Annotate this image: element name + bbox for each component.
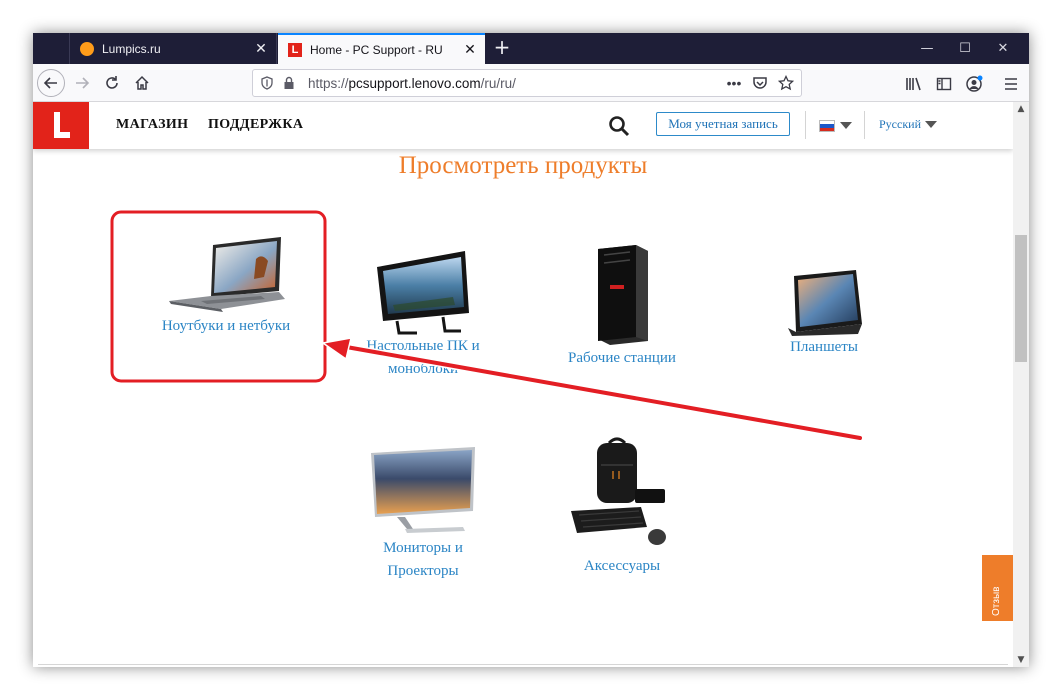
- forward-arrow-icon[interactable]: [68, 69, 96, 97]
- account-button[interactable]: Моя учетная запись: [656, 112, 790, 136]
- orange-circle-icon: [80, 41, 94, 56]
- chevron-down-icon[interactable]: [925, 121, 937, 128]
- product-monitors[interactable]: Мониторы и Проекторы: [333, 447, 513, 583]
- reload-icon[interactable]: [98, 69, 126, 97]
- language-selector[interactable]: Русский: [879, 117, 921, 132]
- tab-strip: Lumpics.ru ✕ L Home - PC Support - RU ✕ …: [33, 33, 1029, 64]
- url-path: /ru/ru/: [480, 75, 516, 91]
- divider: [805, 111, 806, 139]
- close-window-icon[interactable]: ✕: [984, 33, 1022, 64]
- maximize-icon[interactable]: ☐: [946, 33, 984, 64]
- divider: [864, 111, 865, 139]
- tracking-shield-icon[interactable]: [256, 72, 278, 94]
- url-host: pcsupport.lenovo.com: [348, 75, 481, 91]
- feedback-label: Отзыв: [991, 586, 1002, 616]
- minimize-icon[interactable]: —: [908, 33, 946, 64]
- browser-window: Lumpics.ru ✕ L Home - PC Support - RU ✕ …: [33, 33, 1029, 667]
- accessories-icon: [571, 437, 666, 545]
- page-actions-icon[interactable]: •••: [723, 72, 745, 94]
- vertical-scrollbar[interactable]: ▲ ▼: [1013, 102, 1029, 667]
- hamburger-menu-icon[interactable]: [1000, 73, 1022, 95]
- product-laptops[interactable]: Ноутбуки и нетбуки: [130, 235, 322, 338]
- logo-letter-foot: [54, 132, 70, 138]
- site-header: МАГАЗИН ПОДДЕРЖКА Моя учетная запись Рус…: [33, 102, 1013, 149]
- annotation-overlay: [108, 208, 864, 442]
- nav-shop[interactable]: МАГАЗИН: [116, 117, 188, 133]
- product-workstations[interactable]: Рабочие станции: [532, 243, 712, 370]
- all-in-one-desktop-icon: [377, 251, 469, 335]
- product-label[interactable]: Планшеты: [734, 336, 914, 359]
- lock-icon[interactable]: [278, 72, 300, 94]
- product-tablets[interactable]: Планшеты: [734, 268, 914, 359]
- product-desktops[interactable]: Настольные ПК и моноблоки: [333, 247, 513, 381]
- tab-pc-support[interactable]: L Home - PC Support - RU ✕: [278, 33, 485, 64]
- monitor-icon: [371, 447, 475, 533]
- chevron-down-icon[interactable]: [840, 122, 852, 129]
- feedback-tab[interactable]: Отзыв: [982, 555, 1013, 621]
- tab-title: Home - PC Support - RU: [310, 42, 443, 57]
- russia-flag-icon[interactable]: [819, 120, 835, 132]
- product-label[interactable]: Аксессуары: [532, 555, 712, 578]
- scroll-down-arrow-icon[interactable]: ▼: [1013, 653, 1029, 667]
- pocket-icon[interactable]: [749, 72, 771, 94]
- scroll-up-arrow-icon[interactable]: ▲: [1013, 102, 1029, 116]
- workstation-tower-icon: [598, 245, 648, 345]
- navigation-toolbar: https://pcsupport.lenovo.com/ru/ru/ •••: [33, 64, 1029, 102]
- product-label-line2[interactable]: Проекторы: [333, 560, 513, 583]
- section-divider: [38, 664, 1008, 665]
- product-label[interactable]: Ноутбуки и нетбуки: [130, 315, 322, 338]
- tablet-icon: [788, 270, 862, 336]
- home-icon[interactable]: [128, 69, 156, 97]
- products-title: Просмотреть продукты: [398, 152, 648, 179]
- lenovo-l-icon: L: [288, 42, 302, 57]
- tab-title: Lumpics.ru: [102, 41, 161, 56]
- close-tab-icon[interactable]: ✕: [459, 41, 481, 58]
- lenovo-logo[interactable]: [33, 102, 89, 149]
- search-icon[interactable]: [607, 114, 631, 138]
- back-arrow-icon[interactable]: [37, 69, 65, 97]
- address-bar[interactable]: https://pcsupport.lenovo.com/ru/ru/ •••: [252, 69, 802, 97]
- product-label-line2[interactable]: моноблоки: [333, 358, 513, 381]
- product-label[interactable]: Настольные ПК и: [333, 335, 513, 358]
- close-tab-icon[interactable]: ✕: [250, 40, 272, 57]
- new-tab-plus-icon[interactable]: +: [490, 36, 514, 60]
- url-text: https://pcsupport.lenovo.com/ru/ru/: [308, 76, 516, 91]
- laptop-icon: [169, 237, 285, 312]
- nav-support[interactable]: ПОДДЕРЖКА: [208, 117, 303, 133]
- scrollbar-thumb[interactable]: [1015, 235, 1027, 362]
- bookmark-star-icon[interactable]: [775, 72, 797, 94]
- product-label[interactable]: Мониторы и: [333, 537, 513, 560]
- library-icon[interactable]: [903, 73, 925, 95]
- sidebar-toggle-icon[interactable]: [933, 73, 955, 95]
- tab-lumpics[interactable]: Lumpics.ru ✕: [69, 33, 277, 64]
- url-prefix: https://: [308, 75, 349, 91]
- account-icon[interactable]: [963, 73, 985, 95]
- page-viewport: МАГАЗИН ПОДДЕРЖКА Моя учетная запись Рус…: [33, 102, 1029, 667]
- product-accessories[interactable]: Аксессуары: [532, 437, 712, 578]
- product-label[interactable]: Рабочие станции: [532, 347, 712, 370]
